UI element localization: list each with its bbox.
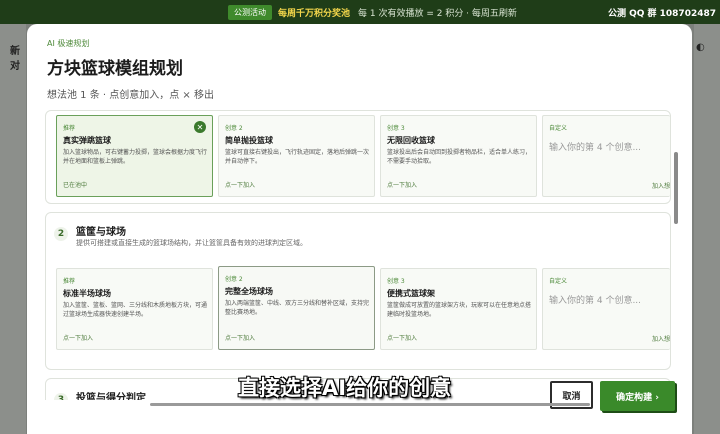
card-name: 便携式篮球架	[387, 289, 435, 298]
add-idea-button[interactable]: 加入想	[652, 334, 670, 343]
check-icon[interactable]: ✕	[194, 121, 206, 133]
add-idea-button[interactable]: 加入想	[652, 181, 670, 190]
card-add-hint: 点一下加入	[225, 182, 256, 189]
card-name: 标准半场球场	[63, 289, 111, 298]
idea-card-full-court[interactable]: 创意 2 完整全场球场 加入两端篮筐、中线、双方三分线和替补区域，支持完整比赛场…	[218, 266, 375, 350]
idea-card-half-court[interactable]: 推荐 标准半场球场 加入篮筐、篮板、篮网、三分线和木质地板方块，可通过篮球场生成…	[56, 268, 213, 350]
section-number: 3	[54, 393, 68, 400]
card-tag: 创意 3	[387, 125, 405, 132]
horizontal-scrollbar[interactable]	[150, 403, 590, 406]
points-info: 每 1 次有效播放 = 2 积分 · 每周五刷新	[358, 8, 517, 19]
dialog-title: 方块篮球模组规划	[47, 59, 183, 79]
idea-card-custom[interactable]: 自定义 输入你的第 4 个创意... 加入想	[542, 115, 670, 197]
section-number: 2	[54, 227, 68, 241]
dialog-eyebrow: AI 极速规划	[47, 39, 90, 48]
event-pill[interactable]: 公测活动	[228, 4, 272, 20]
card-desc: 加入篮球物品，可右键蓄力投掷，篮球会根据力度飞行并在地面和篮板上弹跳。	[63, 149, 208, 165]
custom-idea-input[interactable]: 输入你的第 4 个创意...	[549, 293, 641, 306]
top-banner: 公测活动 每周千万积分奖池 每 1 次有效播放 = 2 积分 · 每周五刷新 公…	[0, 0, 720, 24]
card-tag: 自定义	[549, 278, 568, 285]
confirm-build-button[interactable]: 确定构建 ›	[600, 381, 675, 411]
card-desc: 篮球可直接右键投出，飞行轨迹固定，落地后弹跳一次并自动停下。	[225, 149, 370, 165]
idea-card-custom[interactable]: 自定义 输入你的第 4 个创意... 加入想	[542, 268, 670, 350]
promo-text: 每周千万积分奖池	[278, 8, 351, 19]
theme-icon: ◐	[696, 42, 705, 53]
card-tag: 推荐	[63, 125, 76, 132]
card-desc: 篮球投出后会自动回到投掷者物品栏，适合单人练习，不需要手动拾取。	[387, 149, 532, 165]
custom-idea-input[interactable]: 输入你的第 4 个创意...	[549, 140, 641, 153]
card-name: 简单抛投篮球	[225, 136, 273, 145]
card-add-hint: 点一下加入	[63, 335, 94, 342]
background-right: ◐	[694, 24, 720, 434]
dialog-subtitle: 想法池 1 条 · 点创意加入，点 × 移出	[47, 90, 214, 101]
section-header: 2 篮筐与球场 提供可搭建或直接生成的篮球场结构，并让篮筐具备有效的进球判定区域…	[54, 223, 307, 247]
card-tag: 创意 3	[387, 278, 405, 285]
card-tag: 自定义	[549, 125, 568, 132]
section-ball: 推荐 ✕ 真实弹跳篮球 加入篮球物品，可右键蓄力投掷，篮球会根据力度飞行并在地面…	[45, 110, 671, 204]
background-label: 新对	[10, 46, 20, 72]
card-desc: 加入两端篮筐、中线、双方三分线和替补区域，支持完整比赛场地。	[225, 300, 370, 316]
qq-group[interactable]: 公测 QQ 群 108702487	[608, 6, 716, 19]
idea-card-portable-hoop[interactable]: 创意 3 便携式篮球架 篮筐做成可放置的篮球架方块，玩家可以在任意地点搭建临时投…	[380, 268, 537, 350]
card-name: 真实弹跳篮球	[63, 136, 111, 145]
section-desc: 提供可搭建或直接生成的篮球场结构，并让篮筐具备有效的进球判定区域。	[76, 239, 307, 247]
card-tag: 推荐	[63, 278, 76, 285]
card-add-hint: 点一下加入	[225, 335, 256, 342]
section-court: 2 篮筐与球场 提供可搭建或直接生成的篮球场结构，并让篮筐具备有效的进球判定区域…	[45, 212, 671, 370]
section-header: 3 投篮与得分判定	[54, 389, 146, 400]
video-caption: 直接选择AI给你的创意	[238, 376, 452, 400]
idea-card-realistic-ball[interactable]: 推荐 ✕ 真实弹跳篮球 加入篮球物品，可右键蓄力投掷，篮球会根据力度飞行并在地面…	[56, 115, 213, 197]
card-desc: 篮筐做成可放置的篮球架方块，玩家可以在任意地点搭建临时投篮场地。	[387, 302, 532, 318]
idea-card-simple-throw[interactable]: 创意 2 简单抛投篮球 篮球可直接右键投出，飞行轨迹固定，落地后弹跳一次并自动停…	[218, 115, 375, 197]
background-left: 新对	[0, 24, 26, 434]
sections-scroll-area[interactable]: 推荐 ✕ 真实弹跳篮球 加入篮球物品，可右键蓄力投掷，篮球会根据力度飞行并在地面…	[45, 110, 673, 400]
card-tag: 创意 2	[225, 125, 243, 132]
card-name: 完整全场球场	[225, 287, 273, 296]
idea-card-infinite-return[interactable]: 创意 3 无限回收篮球 篮球投出后会自动回到投掷者物品栏，适合单人练习，不需要手…	[380, 115, 537, 197]
card-tag: 创意 2	[225, 276, 243, 283]
section-title: 投篮与得分判定	[76, 393, 146, 400]
card-name: 无限回收篮球	[387, 136, 435, 145]
section-title: 篮筐与球场	[76, 227, 126, 238]
card-add-hint: 点一下加入	[387, 335, 418, 342]
vertical-scrollbar[interactable]	[674, 152, 678, 224]
card-desc: 加入篮筐、篮板、篮网、三分线和木质地板方块，可通过篮球场生成器快速创建半场。	[63, 302, 208, 318]
card-add-hint: 点一下加入	[387, 182, 418, 189]
card-status: 已在池中	[63, 182, 88, 189]
